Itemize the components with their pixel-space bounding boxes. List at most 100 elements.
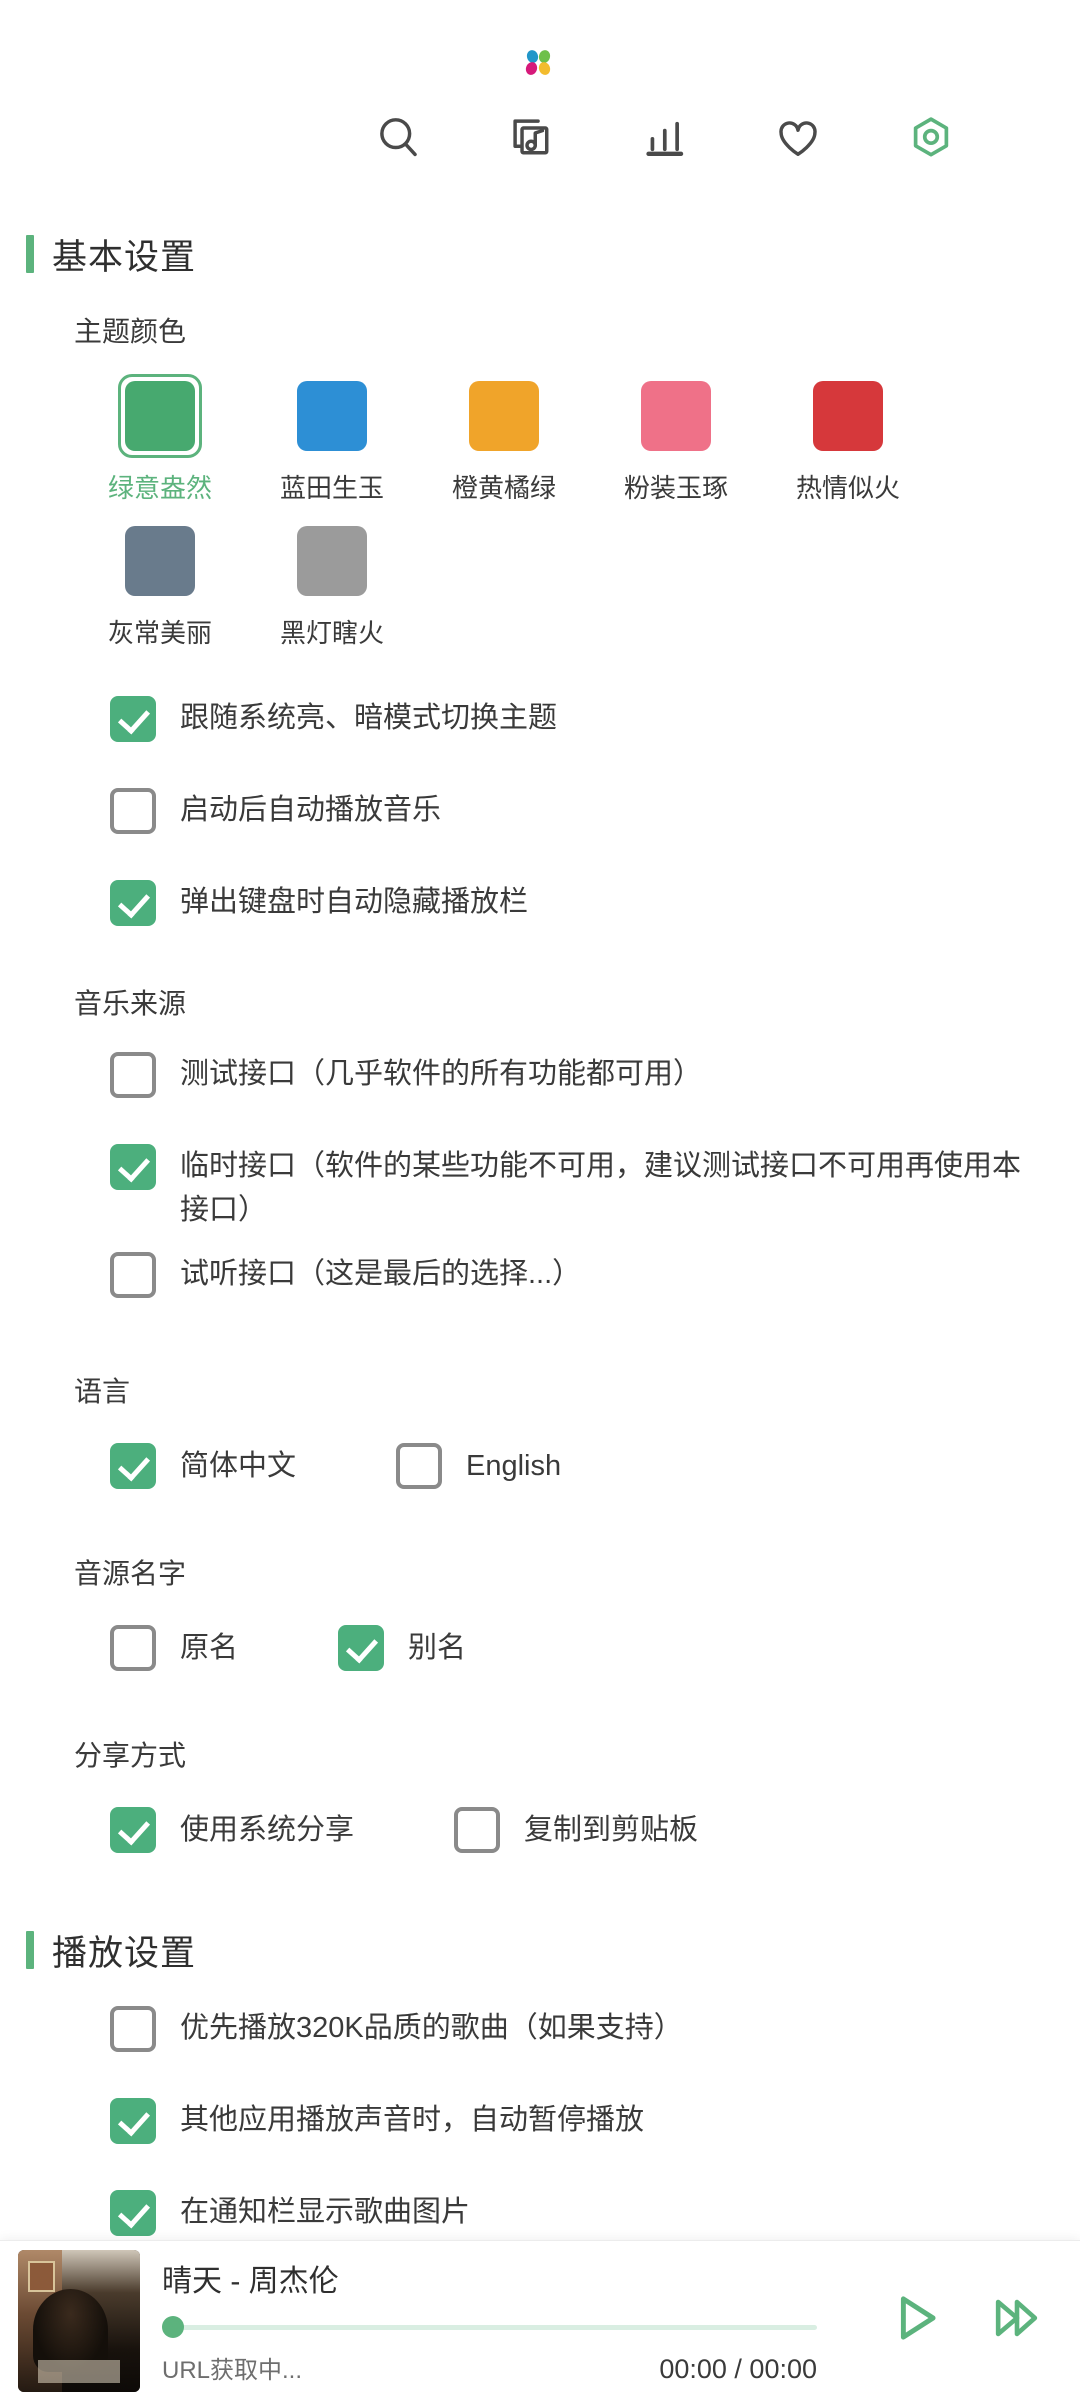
nav-search[interactable] <box>371 110 427 166</box>
checkbox-row-original-name[interactable]: 原名 <box>110 1625 278 1671</box>
app-logo <box>524 48 554 78</box>
play-button[interactable] <box>884 2287 946 2354</box>
playlist-music-icon <box>506 112 558 164</box>
section-title-playback: 播放设置 <box>52 1933 197 1973</box>
checkbox-off[interactable] <box>454 1807 501 1853</box>
checkbox-label: 弹出键盘时自动隐藏播放栏 <box>180 886 529 918</box>
player-status: URL获取中... <box>162 2357 303 2384</box>
section-title-basic: 基本设置 <box>52 237 197 277</box>
checkbox-on[interactable] <box>110 696 156 742</box>
share-options: 使用系统分享 复制到剪贴板 <box>110 1784 1080 1876</box>
progress-knob[interactable] <box>162 2316 184 2338</box>
source-name-options: 原名 别名 <box>110 1602 1080 1694</box>
player-bar: 晴天 - 周杰伦 URL获取中... 00:00 / 00:00 <box>0 2240 1080 2400</box>
group-title-music-source: 音乐来源 <box>74 988 187 1019</box>
checkbox-label: 优先播放320K品质的歌曲（如果支持） <box>180 2012 683 2044</box>
checkbox-label: 启动后自动播放音乐 <box>180 794 442 826</box>
group-title-language: 语言 <box>74 1376 131 1407</box>
player-controls <box>850 2250 1080 2392</box>
search-icon <box>373 112 425 164</box>
checkbox-on[interactable] <box>110 1443 156 1489</box>
checkbox-on[interactable] <box>338 1625 385 1671</box>
theme-swatch-2[interactable]: 橙黄橘绿 <box>418 374 590 505</box>
checkbox-row-en[interactable]: English <box>396 1443 601 1489</box>
player-info: 晴天 - 周杰伦 URL获取中... 00:00 / 00:00 <box>162 2250 850 2392</box>
checkbox-off[interactable] <box>110 1252 156 1298</box>
checkbox-label: 跟随系统亮、暗模式切换主题 <box>180 702 558 734</box>
checkbox-row-test-api[interactable]: 测试接口（几乎软件的所有功能都可用） <box>110 1032 1080 1124</box>
settings-hex-icon <box>905 112 957 164</box>
theme-swatch-label: 热情似火 <box>795 473 900 503</box>
theme-color-grid: 绿意盎然 蓝田生玉 橙黄橘绿 粉装玉琢 热情似火 灰常美丽 黑灯瞎火 <box>74 360 1024 650</box>
player-meta: URL获取中... 00:00 / 00:00 <box>162 2350 817 2385</box>
checkbox-label: English <box>466 1450 562 1482</box>
theme-swatch-label: 灰常美丽 <box>107 618 212 648</box>
checkbox-label: 其他应用播放声音时，自动暂停播放 <box>180 2104 645 2136</box>
section-accent-bar <box>26 1931 34 1969</box>
next-icon <box>988 2289 1046 2352</box>
checkbox-on[interactable] <box>110 880 156 926</box>
checkbox-off[interactable] <box>110 1052 156 1098</box>
checkbox-label: 试听接口（这是最后的选择...） <box>180 1258 582 1290</box>
checkbox-label: 在通知栏显示歌曲图片 <box>180 2196 471 2228</box>
theme-swatch-6[interactable]: 黑灯瞎火 <box>246 519 418 650</box>
checkbox-on[interactable] <box>110 2098 156 2144</box>
section-header-playback: 播放设置 <box>26 1924 1080 1976</box>
checkbox-row-preview-api[interactable]: 试听接口（这是最后的选择...） <box>110 1232 1080 1324</box>
track-title: 晴天 - 周杰伦 <box>162 2265 339 2298</box>
checkbox-row-temp-api[interactable]: 临时接口（软件的某些功能不可用，建议测试接口不可用再使用本接口） <box>110 1124 1080 1232</box>
checkbox-off[interactable] <box>110 2006 156 2052</box>
language-options: 简体中文 English <box>110 1420 1080 1512</box>
theme-swatch-3[interactable]: 粉装玉琢 <box>590 374 762 505</box>
group-title-share: 分享方式 <box>74 1740 187 1771</box>
checkbox-row-zh[interactable]: 简体中文 <box>110 1443 336 1489</box>
checkbox-row-system-share[interactable]: 使用系统分享 <box>110 1807 394 1853</box>
top-bar <box>0 0 1080 210</box>
progress-slider[interactable] <box>162 2316 817 2338</box>
nav-playlist[interactable] <box>504 110 560 166</box>
chart-bars-icon <box>639 112 691 164</box>
checkbox-row-hide-playbar[interactable]: 弹出键盘时自动隐藏播放栏 <box>110 860 1080 952</box>
checkbox-label: 测试接口（几乎软件的所有功能都可用） <box>180 1058 703 1090</box>
album-cover[interactable] <box>18 2249 140 2392</box>
checkbox-on[interactable] <box>110 1144 156 1190</box>
checkbox-row-alias-name[interactable]: 别名 <box>338 1625 506 1671</box>
nav-favorites[interactable] <box>770 110 826 166</box>
group-title-theme: 主题颜色 <box>74 316 187 347</box>
play-icon <box>884 2287 946 2354</box>
theme-swatch-label: 黑灯瞎火 <box>279 618 384 648</box>
settings-scroll-area[interactable]: 基本设置 主题颜色 绿意盎然 蓝田生玉 橙黄橘绿 粉装玉琢 热情似火 灰常美丽 … <box>0 210 1080 2240</box>
checkbox-row-320k[interactable]: 优先播放320K品质的歌曲（如果支持） <box>110 1986 1080 2078</box>
checkbox-label: 使用系统分享 <box>180 1814 355 1846</box>
checkbox-on[interactable] <box>110 1807 156 1853</box>
checkbox-row-auto-pause[interactable]: 其他应用播放声音时，自动暂停播放 <box>110 2078 1080 2170</box>
checkbox-label: 别名 <box>408 1632 467 1664</box>
progress-track <box>162 2324 817 2330</box>
theme-swatch-4[interactable]: 热情似火 <box>762 374 934 505</box>
checkbox-off[interactable] <box>110 1625 156 1671</box>
nav-leaderboard[interactable] <box>637 110 693 166</box>
theme-swatch-label: 橙黄橘绿 <box>451 473 556 503</box>
theme-swatch-1[interactable]: 蓝田生玉 <box>246 374 418 505</box>
checkbox-row-autoplay[interactable]: 启动后自动播放音乐 <box>110 768 1080 860</box>
next-button[interactable] <box>988 2289 1046 2352</box>
checkbox-row-copy-clipboard[interactable]: 复制到剪贴板 <box>454 1807 738 1853</box>
checkbox-off[interactable] <box>396 1443 443 1489</box>
checkbox-row-follow-system[interactable]: 跟随系统亮、暗模式切换主题 <box>110 676 1080 768</box>
theme-swatch-5[interactable]: 灰常美丽 <box>74 519 246 650</box>
checkbox-label: 复制到剪贴板 <box>524 1814 699 1846</box>
nav-icon-row <box>0 110 1080 166</box>
checkbox-label: 简体中文 <box>180 1450 297 1482</box>
checkbox-label: 原名 <box>180 1632 239 1664</box>
settings-screen: 基本设置 主题颜色 绿意盎然 蓝田生玉 橙黄橘绿 粉装玉琢 热情似火 灰常美丽 … <box>0 0 1080 2400</box>
theme-swatch-0[interactable]: 绿意盎然 <box>74 374 246 505</box>
theme-swatch-label: 绿意盎然 <box>107 473 212 503</box>
theme-swatch-label: 蓝田生玉 <box>279 473 384 503</box>
section-header-basic: 基本设置 <box>26 228 1080 280</box>
checkbox-off[interactable] <box>110 788 156 834</box>
checkbox-label: 临时接口（软件的某些功能不可用，建议测试接口不可用再使用本接口） <box>180 1150 1022 1226</box>
checkbox-on[interactable] <box>110 2190 156 2236</box>
nav-settings[interactable] <box>903 110 959 166</box>
checkbox-row-notification-cover[interactable]: 在通知栏显示歌曲图片 <box>110 2170 1080 2240</box>
player-time: 00:00 / 00:00 <box>659 2354 817 2384</box>
